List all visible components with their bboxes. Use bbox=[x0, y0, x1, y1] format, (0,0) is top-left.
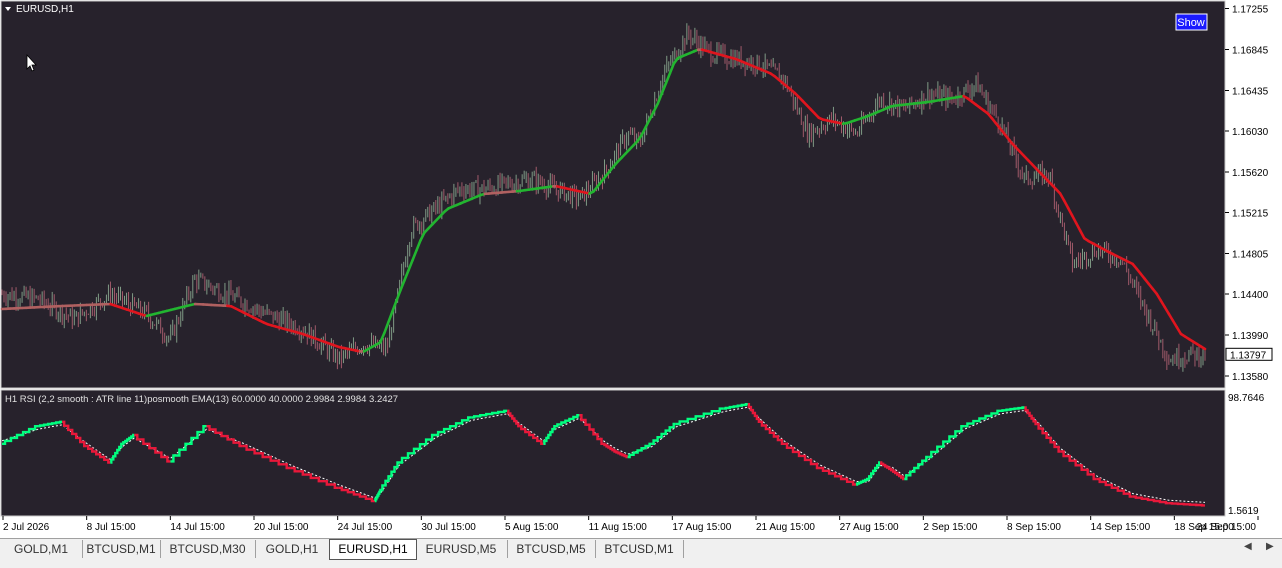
indicator-label: H1 RSI (2,2 smooth : ATR line 11)posmoot… bbox=[5, 394, 398, 405]
symbol-title: EURUSD,H1 bbox=[16, 4, 74, 15]
tab-btcusd-m5[interactable]: BTCUSD,M5 bbox=[507, 540, 596, 558]
y-tick-label: 1.14805 bbox=[1232, 250, 1269, 261]
chart-tabs-bar: GOLD,M1 BTCUSD,M1 BTCUSD,M30 GOLD,H1 EURUSD,… bbox=[0, 538, 1282, 561]
tab-eurusd-m5[interactable]: EURUSD,M5 bbox=[415, 540, 508, 558]
x-tick-label: 27 Aug 15:00 bbox=[840, 522, 899, 533]
x-tick-label: 14 Sep 15:00 bbox=[1091, 522, 1151, 533]
x-tick-label: 8 Sep 15:00 bbox=[1007, 522, 1061, 533]
x-tick-label: 8 Jul 15:00 bbox=[87, 522, 136, 533]
x-tick-label: 24 Jul 15:00 bbox=[338, 522, 393, 533]
tab-btcusd-m1[interactable]: BTCUSD,M1 bbox=[595, 540, 684, 558]
x-tick-label: 2 Sep 15:00 bbox=[923, 522, 977, 533]
show-button-label: Show bbox=[1177, 17, 1205, 29]
arrow-left-icon[interactable]: ◀ bbox=[1244, 541, 1252, 552]
y-tick-label: 1.16845 bbox=[1232, 46, 1269, 57]
arrow-right-icon[interactable]: ▶ bbox=[1266, 541, 1274, 552]
x-tick-label: 24 Sep 15:00 bbox=[1197, 522, 1257, 533]
y-tick-label: 1.15620 bbox=[1232, 168, 1269, 179]
tab-btcusd-m1[interactable]: BTCUSD,M1 bbox=[82, 540, 161, 558]
y-tick-label: 1.17255 bbox=[1232, 5, 1269, 16]
rsi-y-tick-label: 98.7646 bbox=[1228, 393, 1265, 404]
tab-gold-h1[interactable]: GOLD,H1 bbox=[255, 540, 330, 558]
x-tick-label: 2 Jul 2026 bbox=[3, 522, 50, 533]
chart-canvas[interactable]: 1.17255 1.16845 1.16435 1.16030 1.15620 1.152… bbox=[0, 0, 1282, 538]
x-tick-label: 5 Aug 15:00 bbox=[505, 522, 559, 533]
x-tick-label: 21 Aug 15:00 bbox=[756, 522, 815, 533]
tab-btcusd-m30[interactable]: BTCUSD,M30 bbox=[160, 540, 256, 558]
tab-eurusd-h1[interactable]: EURUSD,H1 bbox=[329, 539, 417, 560]
rsi-y-tick-label: 1.5619 bbox=[1228, 506, 1259, 517]
status-bar bbox=[0, 560, 1282, 568]
y-tick-label: 1.13990 bbox=[1232, 331, 1269, 342]
y-tick-label: 1.16435 bbox=[1232, 87, 1269, 98]
y-tick-label: 1.14400 bbox=[1232, 290, 1269, 301]
current-price-label: 1.13797 bbox=[1230, 350, 1267, 361]
y-tick-label: 1.15215 bbox=[1232, 209, 1269, 220]
tab-gold-m1[interactable]: GOLD,M1 bbox=[0, 540, 83, 558]
x-tick-label: 20 Jul 15:00 bbox=[254, 522, 309, 533]
rsi-pane[interactable] bbox=[0, 389, 1226, 517]
x-tick-label: 17 Aug 15:00 bbox=[672, 522, 731, 533]
x-tick-label: 30 Jul 15:00 bbox=[421, 522, 476, 533]
x-tick-label: 11 Aug 15:00 bbox=[589, 522, 648, 533]
y-tick-label: 1.16030 bbox=[1232, 127, 1269, 138]
x-tick-label: 14 Jul 15:00 bbox=[170, 522, 225, 533]
price-pane[interactable] bbox=[0, 0, 1226, 389]
y-tick-label: 1.13580 bbox=[1232, 372, 1269, 383]
